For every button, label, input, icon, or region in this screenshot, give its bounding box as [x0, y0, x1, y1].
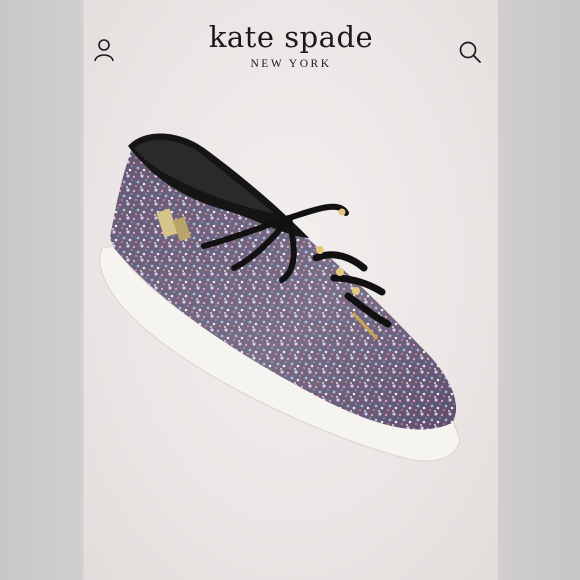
brand-logo[interactable]: kate spade	[84, 20, 498, 54]
brand-subtitle: NEW YORK	[250, 58, 332, 70]
glitter-sneaker-image	[84, 118, 498, 488]
site-header: kate spade NEW YORK	[84, 0, 498, 80]
search-icon[interactable]	[457, 40, 483, 66]
